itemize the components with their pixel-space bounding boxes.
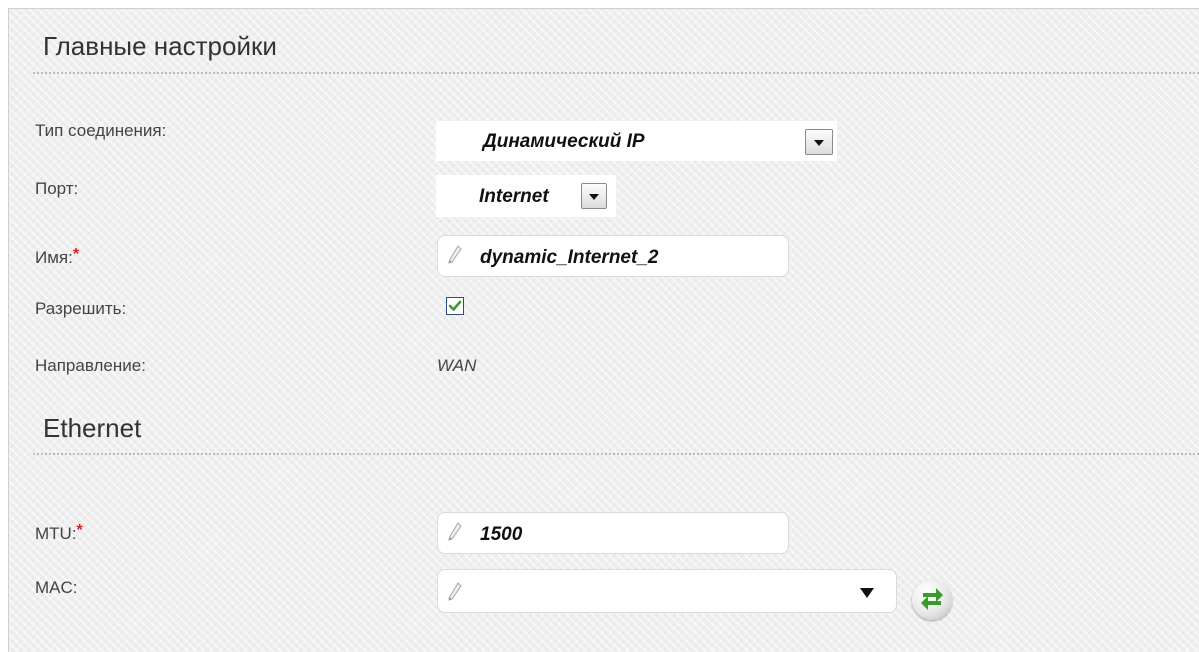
section-title-ethernet: Ethernet bbox=[43, 413, 142, 443]
chevron-down-icon[interactable] bbox=[805, 129, 833, 155]
connection-type-select[interactable]: Динамический IP bbox=[436, 121, 837, 161]
mtu-label-text: MTU: bbox=[35, 524, 77, 543]
direction-value: WAN bbox=[437, 356, 477, 375]
chevron-down-icon[interactable] bbox=[581, 183, 607, 209]
pencil-icon bbox=[448, 245, 462, 264]
section-divider bbox=[33, 453, 1199, 455]
swap-arrows-icon bbox=[921, 588, 943, 610]
mtu-input[interactable]: 1500 bbox=[437, 512, 789, 554]
checkmark-icon bbox=[448, 300, 462, 311]
section-divider bbox=[33, 72, 1199, 74]
settings-panel: Главные настройки Тип соединения: Динами… bbox=[8, 8, 1199, 652]
name-value: dynamic_Internet_2 bbox=[480, 247, 659, 268]
mtu-value: 1500 bbox=[480, 524, 523, 545]
chevron-down-icon[interactable] bbox=[859, 587, 875, 599]
connection-type-value: Динамический IP bbox=[483, 131, 645, 152]
port-select[interactable]: Internet bbox=[436, 175, 616, 217]
mac-label: MAC: bbox=[35, 578, 78, 597]
name-input[interactable]: dynamic_Internet_2 bbox=[437, 235, 789, 277]
port-label: Порт: bbox=[35, 179, 79, 198]
mac-combobox[interactable] bbox=[437, 569, 897, 613]
required-asterisk: * bbox=[76, 522, 83, 539]
pencil-icon bbox=[448, 522, 462, 541]
mac-refresh-button[interactable] bbox=[912, 580, 952, 620]
section-title-main-settings: Главные настройки bbox=[43, 31, 277, 61]
port-value: Internet bbox=[479, 186, 549, 207]
mtu-label: MTU:* bbox=[35, 522, 83, 544]
direction-label: Направление: bbox=[35, 356, 146, 375]
connection-type-label: Тип соединения: bbox=[35, 121, 167, 140]
enable-checkbox[interactable] bbox=[446, 297, 464, 315]
enable-label: Разрешить: bbox=[35, 299, 127, 318]
name-label-text: Имя: bbox=[35, 248, 73, 267]
pencil-icon bbox=[448, 582, 462, 601]
name-label: Имя:* bbox=[35, 246, 79, 268]
required-asterisk: * bbox=[72, 246, 80, 263]
